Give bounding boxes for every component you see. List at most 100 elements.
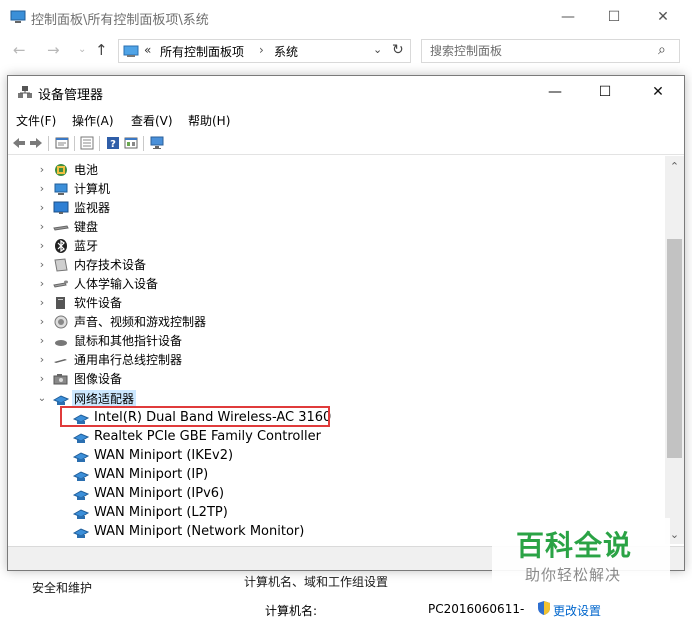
device-tree: › 电池 › 计算机 › 监视器 › 键盘 › 蓝牙 › 内存技术设备 › 人体… (8, 156, 684, 544)
toolbar-separator (143, 136, 144, 151)
tree-category-label: 网络适配器 (72, 390, 137, 407)
back-icon[interactable] (12, 136, 26, 150)
minimize-button[interactable]: — (532, 76, 578, 108)
expand-chevron-icon[interactable]: › (37, 220, 47, 233)
device-manager-icon (18, 86, 32, 98)
highlight-annotation-box (60, 406, 330, 427)
search-box[interactable]: ⌕ (421, 39, 680, 63)
menu-bar: 文件(F) 操作(A) 查看(V) 帮助(H) (8, 110, 684, 130)
menu-help[interactable]: 帮助(H) (188, 112, 230, 129)
computer-icon (54, 183, 68, 195)
monitor-icon (53, 201, 69, 214)
close-button[interactable]: ✕ (635, 76, 681, 108)
close-button[interactable]: ✕ (640, 0, 686, 34)
search-icon[interactable]: ⌕ (658, 42, 666, 58)
toolbar-separator (48, 136, 49, 151)
tree-category-label: 内存技术设备 (74, 258, 147, 272)
expand-chevron-icon[interactable]: › (37, 163, 47, 176)
control-panel-icon (123, 45, 139, 57)
up-arrow-icon[interactable]: ↑ (95, 41, 108, 59)
computer-name-value: PC2016060611- (428, 602, 525, 616)
expand-chevron-icon[interactable]: › (37, 277, 47, 290)
tree-device-label: WAN Miniport (IKEv2) (94, 448, 234, 463)
tree-category-label: 键盘 (74, 220, 99, 234)
keyboard-icon (53, 224, 69, 231)
section-title: 计算机名、域和工作组设置 (244, 575, 389, 589)
menu-action[interactable]: 操作(A) (72, 112, 114, 129)
system-icon (10, 10, 26, 23)
tree-category-label: 通用串行总线控制器 (74, 353, 183, 367)
change-settings-link[interactable]: 更改设置 (553, 602, 601, 619)
collapse-chevron-icon[interactable]: ⌄ (37, 393, 47, 404)
toolbar: ? (8, 133, 684, 155)
refresh-icon[interactable]: ↻ (392, 42, 404, 58)
menu-file[interactable]: 文件(F) (16, 112, 56, 129)
network-adapter-icon (73, 508, 89, 519)
address-dropdown-icon[interactable]: ⌄ (373, 43, 382, 56)
breadcrumb-separator-icon[interactable]: › (259, 43, 264, 57)
minimize-button[interactable]: — (545, 0, 591, 34)
shield-icon (538, 601, 550, 615)
resources-view-icon[interactable] (124, 136, 138, 150)
forward-arrow-icon[interactable]: → (47, 41, 60, 59)
expand-chevron-icon[interactable]: › (37, 296, 47, 309)
control-panel-titlebar: 控制面板\所有控制面板项\系统 — ☐ ✕ (0, 0, 692, 34)
address-bar[interactable]: « 所有控制面板项 › 系统 ⌄ ↻ (118, 39, 411, 63)
network-adapter-icon (73, 470, 89, 481)
expand-chevron-icon[interactable]: › (37, 239, 47, 252)
vertical-scrollbar[interactable]: ⌃ ⌄ (665, 156, 684, 544)
back-arrow-icon[interactable]: ← (13, 41, 26, 59)
tree-category-label: 声音、视频和游戏控制器 (74, 315, 207, 329)
tree-device-label: WAN Miniport (IPv6) (94, 486, 225, 501)
tree-category-label: 计算机 (74, 182, 111, 196)
network-adapter-icon (73, 489, 89, 500)
network-adapter-icon (73, 432, 89, 443)
expand-chevron-icon[interactable]: › (37, 372, 47, 385)
expand-chevron-icon[interactable]: › (37, 182, 47, 195)
bluetooth-icon (55, 238, 67, 253)
memory-icon (54, 257, 68, 272)
expand-chevron-icon[interactable]: › (37, 258, 47, 271)
device-manager-title: 设备管理器 (38, 88, 104, 103)
menu-view[interactable]: 查看(V) (131, 112, 173, 129)
scan-hardware-icon[interactable] (150, 136, 164, 150)
tree-device-label: Realtek PCIe GBE Family Controller (94, 429, 321, 444)
maximize-button[interactable]: ☐ (591, 0, 637, 34)
list-view-icon[interactable] (80, 136, 94, 150)
expand-chevron-icon[interactable]: › (37, 201, 47, 214)
network-adapter-icon (73, 451, 89, 462)
battery-icon (55, 163, 67, 176)
sound-icon (54, 315, 68, 328)
navigation-bar: ← → ⌄ ↑ « 所有控制面板项 › 系统 ⌄ ↻ ⌕ (0, 36, 692, 66)
network-adapter-icon (53, 394, 69, 405)
security-maintenance-link[interactable]: 安全和维护 (32, 579, 92, 596)
help-icon[interactable]: ? (106, 136, 120, 150)
address-overflow-icon[interactable]: « (144, 43, 151, 57)
properties-icon[interactable] (55, 136, 69, 150)
tree-category-label: 电池 (74, 163, 99, 177)
hid-icon (53, 280, 68, 288)
software-device-icon (56, 296, 65, 309)
scrollbar-thumb[interactable] (667, 239, 682, 458)
computer-name-label: 计算机名: (265, 604, 318, 618)
camera-icon (53, 373, 68, 384)
tree-category-label: 人体学输入设备 (74, 277, 159, 291)
breadcrumb-system[interactable]: 系统 (274, 43, 298, 60)
search-input[interactable] (422, 40, 652, 62)
svg-text:?: ? (110, 139, 116, 150)
expand-chevron-icon[interactable]: › (37, 353, 47, 366)
recent-locations-icon[interactable]: ⌄ (78, 44, 86, 55)
mouse-icon (55, 339, 67, 346)
forward-icon[interactable] (29, 136, 43, 150)
maximize-button[interactable]: ☐ (582, 76, 628, 108)
toolbar-separator (99, 136, 100, 151)
tree-category-label: 鼠标和其他指针设备 (74, 334, 183, 348)
watermark-title: 百科全说 (516, 529, 633, 562)
breadcrumb-all-items[interactable]: 所有控制面板项 (160, 43, 244, 60)
scroll-up-icon[interactable]: ⌃ (665, 160, 684, 173)
tree-category-label: 监视器 (74, 201, 111, 215)
toolbar-separator (74, 136, 75, 151)
tree-category-label: 蓝牙 (74, 239, 99, 253)
expand-chevron-icon[interactable]: › (37, 334, 47, 347)
expand-chevron-icon[interactable]: › (37, 315, 47, 328)
